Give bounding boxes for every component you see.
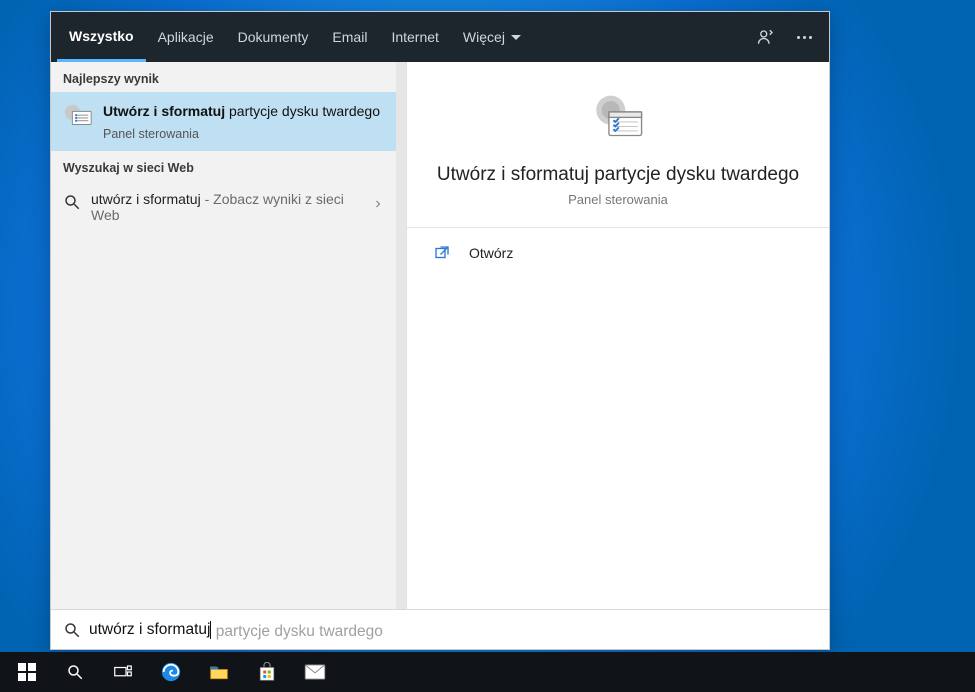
folder-icon (209, 663, 229, 681)
mail-icon (304, 664, 326, 680)
preview-title: Utwórz i sformatuj partycje dysku twarde… (427, 164, 809, 186)
search-tabs: Wszystko Aplikacje Dokumenty Email Inter… (51, 12, 829, 62)
edge-icon (160, 661, 182, 683)
web-result-dash: - (201, 191, 213, 207)
chevron-down-icon (511, 35, 521, 40)
web-result-item[interactable]: utwórz i sformatuj - Zobacz wyniki z sie… (51, 181, 396, 233)
search-icon (63, 621, 81, 639)
action-open-label: Otwórz (469, 245, 513, 261)
preview-header: Utwórz i sformatuj partycje dysku twarde… (407, 62, 829, 228)
taskbar-search-button[interactable] (52, 652, 98, 692)
best-result-title-rest: partycje dysku twardego (225, 103, 380, 119)
search-input-wrap[interactable]: utwórz i sformatuj partycje dysku twarde… (89, 621, 817, 639)
results-column: Najlepszy wynik (51, 62, 396, 609)
people-icon (757, 28, 775, 46)
taskbar-store[interactable] (244, 652, 290, 692)
best-result-item[interactable]: Utwórz i sformatuj partycje dysku twarde… (51, 92, 396, 151)
task-view-icon (114, 665, 132, 679)
preview-pane: Utwórz i sformatuj partycje dysku twarde… (406, 62, 829, 609)
tab-more[interactable]: Więcej (451, 12, 533, 62)
tabs-left: Wszystko Aplikacje Dokumenty Email Inter… (57, 12, 533, 62)
people-button[interactable] (747, 12, 785, 62)
search-flyout: Wszystko Aplikacje Dokumenty Email Inter… (50, 11, 830, 650)
search-bar: utwórz i sformatuj partycje dysku twarde… (51, 609, 829, 649)
taskbar-edge[interactable] (148, 652, 194, 692)
store-icon (258, 662, 276, 682)
disk-management-icon-large (589, 92, 647, 150)
open-icon (433, 244, 451, 262)
more-options-button[interactable] (785, 12, 823, 62)
action-open[interactable]: Otwórz (407, 228, 829, 278)
best-result-category: Panel sterowania (103, 127, 380, 141)
tab-apps[interactable]: Aplikacje (146, 12, 226, 62)
chevron-right-icon (372, 197, 384, 209)
tabs-right (747, 12, 823, 62)
search-icon (63, 193, 81, 211)
search-icon (66, 663, 84, 681)
task-view-button[interactable] (100, 652, 146, 692)
search-body: Najlepszy wynik (51, 62, 829, 609)
start-button[interactable] (4, 652, 50, 692)
disk-management-icon (63, 102, 93, 132)
tab-all[interactable]: Wszystko (57, 12, 146, 62)
section-web-search: Wyszukaj w sieci Web (51, 151, 396, 181)
web-result-query: utwórz i sformatuj (91, 191, 201, 207)
tab-more-label: Więcej (463, 29, 505, 45)
section-best-match: Najlepszy wynik (51, 62, 396, 92)
tab-internet[interactable]: Internet (379, 12, 450, 62)
search-input[interactable] (89, 621, 817, 639)
best-result-text: Utwórz i sformatuj partycje dysku twarde… (103, 102, 380, 141)
web-result-text: utwórz i sformatuj - Zobacz wyniki z sie… (91, 191, 362, 223)
best-result-title-bold: Utwórz i sformatuj (103, 103, 225, 119)
preview-category: Panel sterowania (427, 192, 809, 207)
taskbar (0, 652, 975, 692)
taskbar-mail[interactable] (292, 652, 338, 692)
tab-email[interactable]: Email (320, 12, 379, 62)
tab-documents[interactable]: Dokumenty (226, 12, 321, 62)
taskbar-file-explorer[interactable] (196, 652, 242, 692)
windows-icon (18, 663, 36, 681)
ellipsis-icon (797, 36, 812, 39)
